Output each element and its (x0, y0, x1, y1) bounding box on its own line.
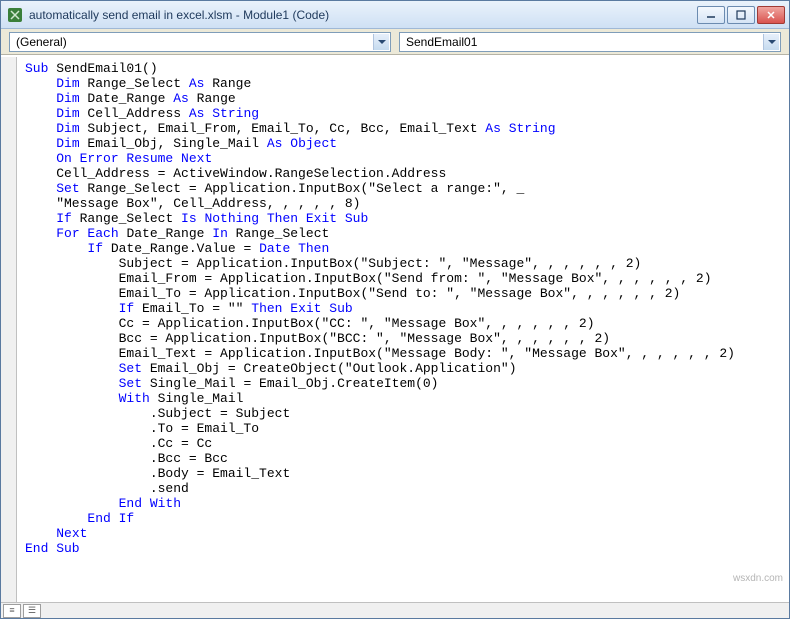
keyword-token: In (212, 226, 228, 241)
view-toggle-bar: ≡ ☰ (1, 602, 789, 618)
keyword-token: As (189, 76, 205, 91)
procedure-view-button[interactable]: ≡ (3, 604, 21, 618)
keyword-token: Set (56, 181, 79, 196)
chevron-down-icon (373, 34, 389, 50)
keyword-token: Set (119, 376, 142, 391)
chevron-down-icon (763, 34, 779, 50)
keyword-token: Date Then (259, 241, 329, 256)
full-module-view-button[interactable]: ☰ (23, 604, 41, 618)
keyword-token: Then Exit Sub (251, 301, 352, 316)
code-area: Sub SendEmail01() Dim Range_Select As Ra… (1, 55, 789, 602)
keyword-token: If (119, 301, 135, 316)
margin-indicator (1, 57, 17, 602)
keyword-token: If (87, 241, 103, 256)
keyword-token: Dim (56, 91, 79, 106)
keyword-token: If (56, 211, 72, 226)
keyword-token: Sub (25, 61, 48, 76)
keyword-token: Next (56, 526, 87, 541)
window-title: automatically send email in excel.xlsm -… (29, 8, 697, 22)
keyword-token: End If (87, 511, 134, 526)
procedure-dropdown[interactable]: SendEmail01 (399, 32, 781, 52)
keyword-token: Is Nothing Then Exit Sub (181, 211, 368, 226)
vba-editor-window: automatically send email in excel.xlsm -… (0, 0, 790, 619)
keyword-token: As Object (267, 136, 337, 151)
object-dropdown-value: (General) (16, 35, 67, 49)
object-dropdown[interactable]: (General) (9, 32, 391, 52)
procedure-dropdown-value: SendEmail01 (406, 35, 477, 49)
keyword-token: Dim (56, 106, 79, 121)
keyword-token: Dim (56, 121, 79, 136)
watermark: wsxdn.com (733, 573, 783, 584)
code-editor[interactable]: Sub SendEmail01() Dim Range_Select As Ra… (17, 57, 789, 602)
keyword-token: End With (119, 496, 181, 511)
minimize-button[interactable] (697, 6, 725, 24)
window-controls (697, 6, 785, 24)
keyword-token: With (119, 391, 150, 406)
maximize-button[interactable] (727, 6, 755, 24)
keyword-token: Dim (56, 76, 79, 91)
keyword-token: For Each (56, 226, 118, 241)
titlebar[interactable]: automatically send email in excel.xlsm -… (1, 1, 789, 29)
keyword-token: As (173, 91, 189, 106)
keyword-token: On Error Resume Next (56, 151, 212, 166)
object-proc-bar: (General) SendEmail01 (1, 29, 789, 55)
close-button[interactable] (757, 6, 785, 24)
app-icon (7, 7, 23, 23)
keyword-token: End Sub (25, 541, 80, 556)
keyword-token: Set (119, 361, 142, 376)
keyword-token: As String (189, 106, 259, 121)
keyword-token: As String (485, 121, 555, 136)
keyword-token: Dim (56, 136, 79, 151)
